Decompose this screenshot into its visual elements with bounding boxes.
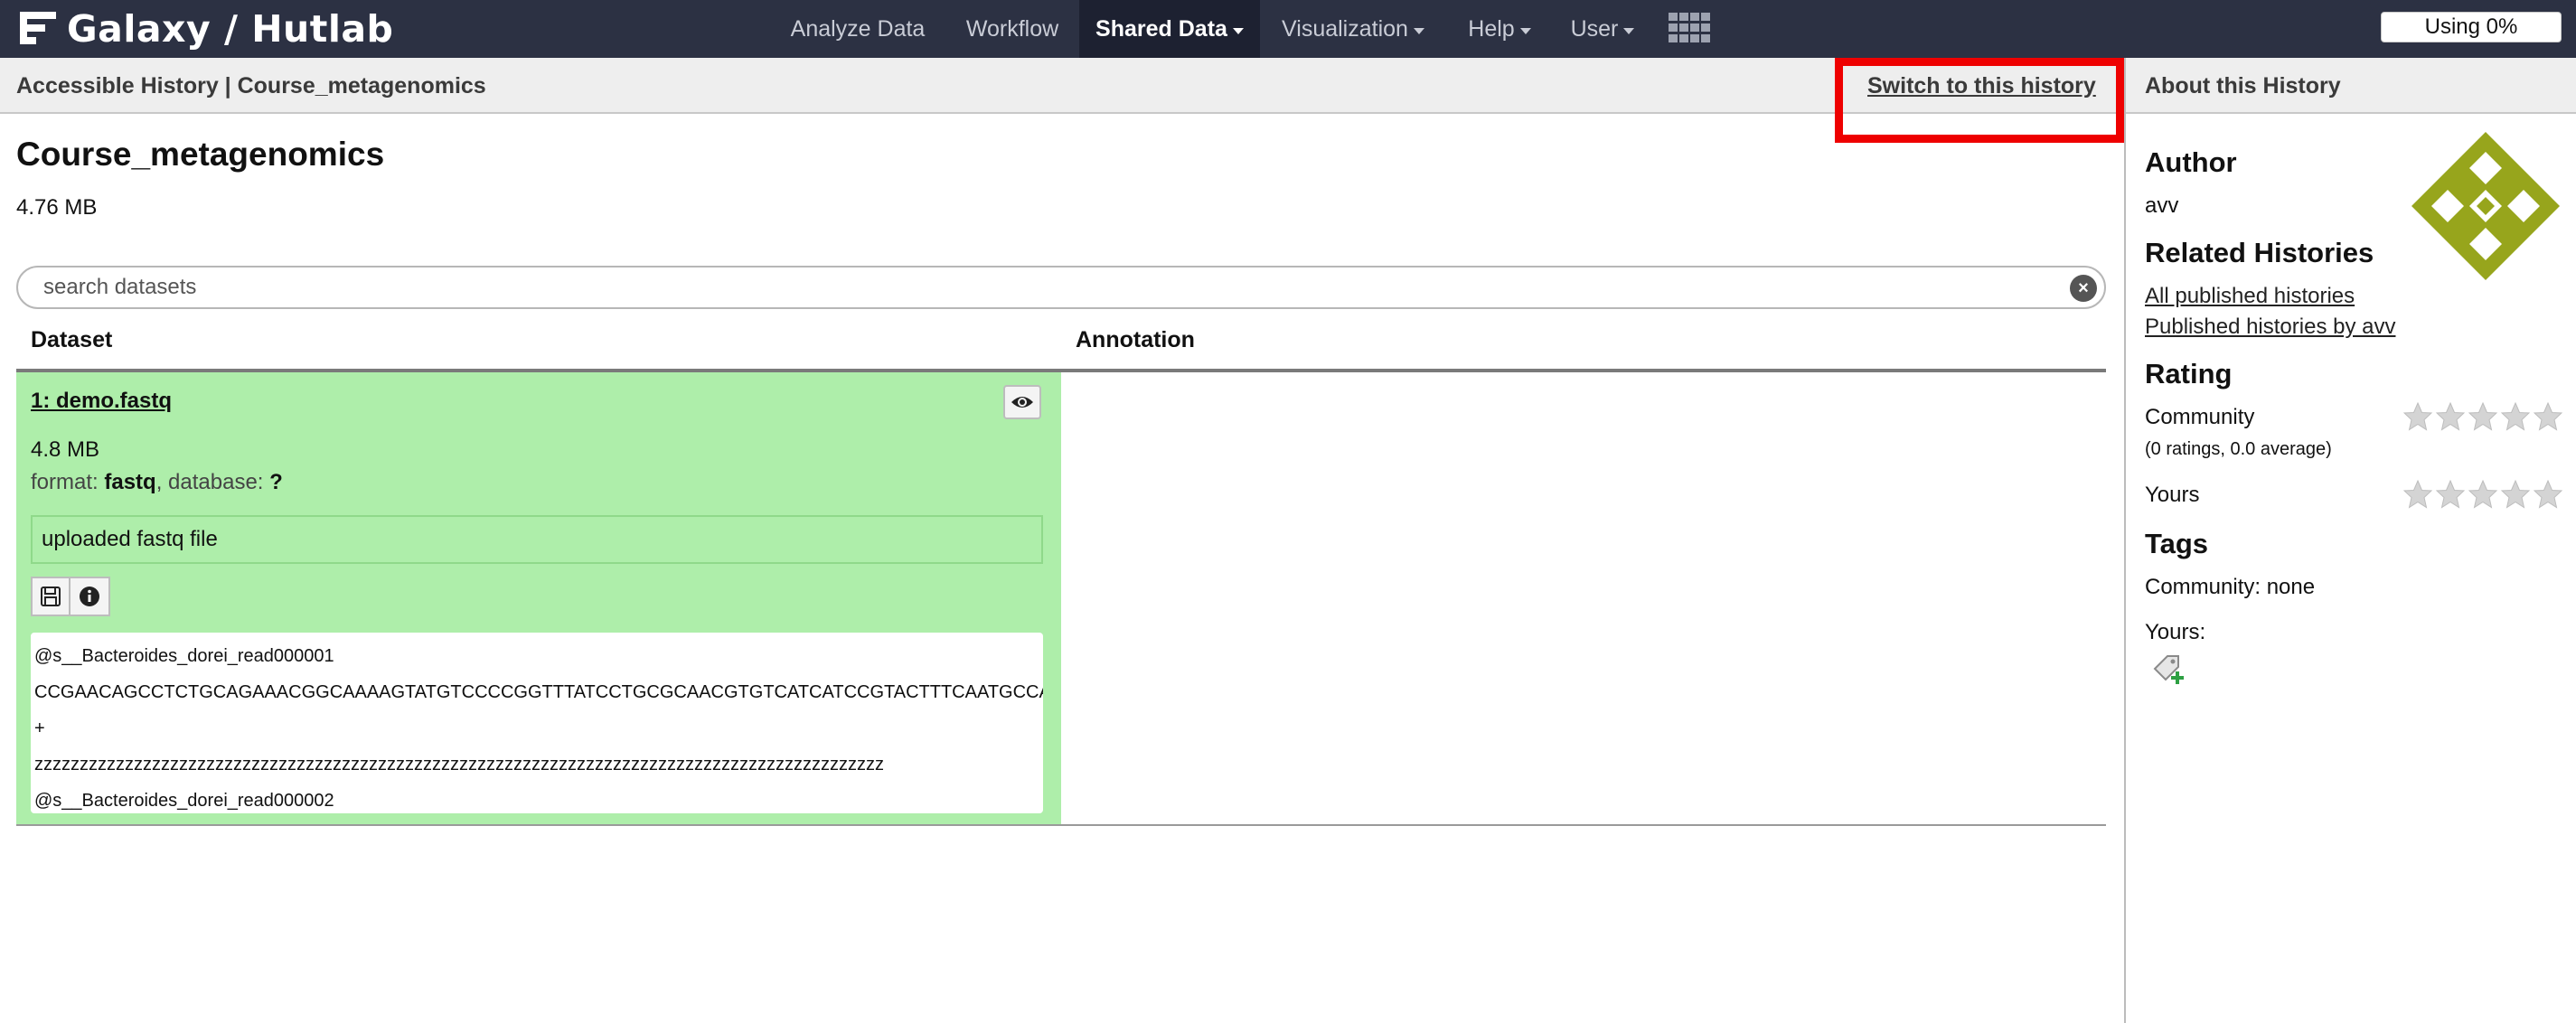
- clear-search-icon[interactable]: ×: [2070, 275, 2097, 302]
- dataset-size: 4.8 MB: [31, 437, 100, 462]
- brand[interactable]: Galaxy / Hutlab: [20, 5, 393, 52]
- community-rating-stars: [2402, 401, 2563, 432]
- community-rating-label: Community: [2145, 405, 2255, 429]
- your-tags-label: Yours:: [2145, 620, 2206, 644]
- quota-meter[interactable]: Using 0%: [2381, 12, 2562, 42]
- nav-shared-data[interactable]: Shared Data: [1079, 0, 1260, 58]
- star-icon[interactable]: [2402, 479, 2433, 510]
- info-icon[interactable]: [71, 577, 110, 616]
- nav-label: Visualization: [1282, 15, 1408, 42]
- dataset-peek: @s__Bacteroides_dorei_read000001 CCGAACA…: [31, 633, 1043, 813]
- author-name: avv: [2145, 193, 2179, 218]
- floppy-glyph: [41, 587, 61, 606]
- star-icon[interactable]: [2435, 479, 2466, 510]
- your-rating-stars[interactable]: [2402, 479, 2563, 510]
- peek-line: @s__Bacteroides_dorei_read000001: [34, 646, 334, 666]
- format-label: format:: [31, 470, 105, 494]
- all-published-histories-link[interactable]: All published histories: [2145, 284, 2355, 309]
- chevron-down-icon: [1623, 27, 1635, 34]
- format-value: fastq: [104, 470, 156, 494]
- table-bottom-rule: [16, 824, 2106, 826]
- masthead: Galaxy / Hutlab Analyze Data Workflow Sh…: [0, 0, 2576, 58]
- star-icon: [2468, 401, 2498, 431]
- database-label: , database:: [155, 470, 270, 494]
- star-icon: [2435, 401, 2466, 431]
- panel-divider: [2124, 58, 2126, 1023]
- dataset-actions: [31, 577, 110, 616]
- chevron-down-icon: [1232, 27, 1244, 34]
- column-header-dataset: Dataset: [31, 327, 113, 352]
- peek-line: CCGAACAGCCTCTGCAGAAACGGCAAAAGTATGTCCCCGG…: [34, 682, 1043, 702]
- chevron-down-icon: [1413, 27, 1424, 34]
- peek-line: +: [34, 718, 45, 738]
- nav-help[interactable]: Help: [1459, 0, 1540, 58]
- history-title: Course_metagenomics: [16, 136, 385, 173]
- history-size: 4.76 MB: [16, 195, 98, 220]
- your-rating-label: Yours: [2145, 483, 2200, 507]
- info-glyph: [80, 587, 99, 606]
- related-histories-heading: Related Histories: [2145, 237, 2374, 268]
- star-icon[interactable]: [2468, 479, 2498, 510]
- peek-line: zzzzzzzzzzzzzzzzzzzzzzzzzzzzzzzzzzzzzzzz…: [34, 755, 884, 774]
- nav-label: Help: [1468, 15, 1515, 42]
- author-heading: Author: [2145, 146, 2237, 178]
- nav-label: Workflow: [965, 15, 1059, 42]
- add-tag-icon[interactable]: [2151, 652, 2186, 687]
- star-icon: [2500, 401, 2531, 431]
- eye-icon[interactable]: [1003, 385, 1041, 419]
- galaxy-logo-icon: [20, 12, 56, 44]
- star-icon: [2402, 401, 2433, 431]
- community-tags: Community: none: [2145, 575, 2316, 599]
- highlight-box: [1835, 58, 2124, 143]
- breadcrumb: Accessible History | Course_metagenomics: [16, 72, 486, 99]
- about-history-title: About this History: [2145, 72, 2341, 99]
- search-placeholder: search datasets: [43, 275, 197, 299]
- dataset-title[interactable]: 1: demo.fastq: [31, 389, 172, 414]
- author-avatar: [2411, 132, 2560, 280]
- nav-label: User: [1570, 15, 1619, 42]
- rating-heading: Rating: [2145, 358, 2233, 389]
- star-icon[interactable]: [2500, 479, 2531, 510]
- community-rating-note: (0 ratings, 0.0 average): [2145, 439, 2332, 459]
- nav-label: Shared Data: [1095, 15, 1227, 42]
- column-header-annotation: Annotation: [1076, 327, 1195, 352]
- dataset-info: uploaded fastq file: [31, 515, 1043, 564]
- star-icon: [2533, 401, 2563, 431]
- nav-analyze-data[interactable]: Analyze Data: [776, 0, 940, 58]
- tags-heading: Tags: [2145, 528, 2209, 559]
- database-value: ?: [269, 470, 283, 494]
- nav-visualization[interactable]: Visualization: [1269, 0, 1437, 58]
- nav-workflow[interactable]: Workflow: [949, 0, 1076, 58]
- peek-line: @s__Bacteroides_dorei_read000002: [34, 791, 334, 811]
- eye-glyph: [1011, 397, 1033, 408]
- grid-icon[interactable]: [1669, 13, 1710, 45]
- nav-user[interactable]: User: [1562, 0, 1643, 58]
- save-icon[interactable]: [31, 577, 71, 616]
- nav-label: Analyze Data: [790, 15, 926, 42]
- dataset-format: format: fastq, database: ?: [31, 470, 283, 495]
- star-icon[interactable]: [2533, 479, 2563, 510]
- published-by-author-link[interactable]: Published histories by avv: [2145, 314, 2395, 340]
- dataset-item: 1: demo.fastq 4.8 MB format: fastq, data…: [16, 372, 1061, 824]
- page-header: Accessible History | Course_metagenomics…: [0, 58, 2576, 114]
- brand-title: Galaxy / Hutlab: [67, 7, 394, 51]
- search-input[interactable]: search datasets: [16, 266, 2106, 309]
- chevron-down-icon: [1519, 27, 1531, 34]
